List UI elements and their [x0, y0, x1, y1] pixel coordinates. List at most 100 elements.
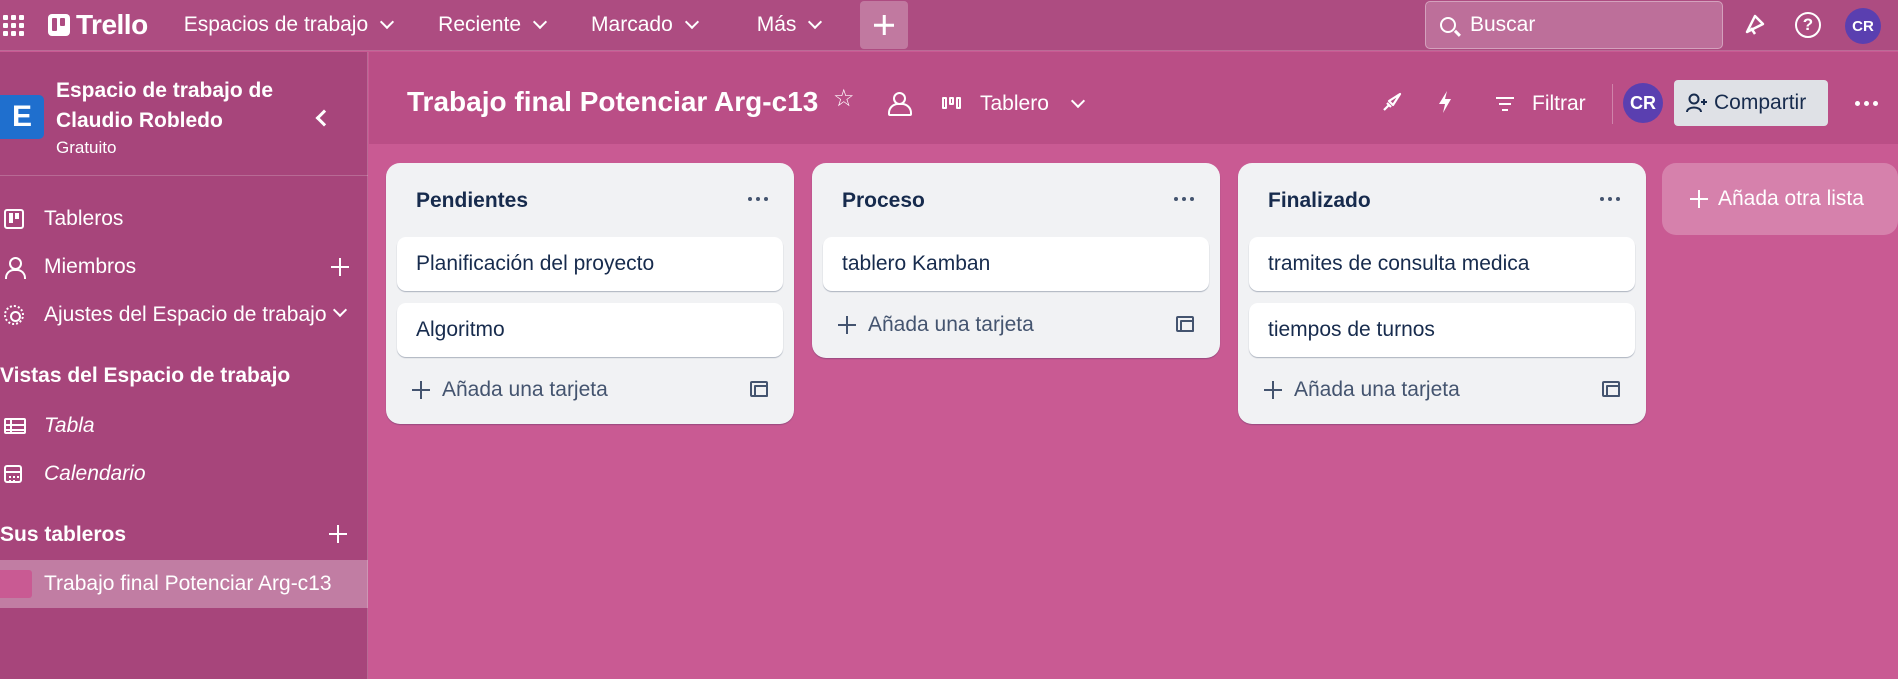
collapse-sidebar-icon[interactable] [315, 109, 333, 127]
create-button[interactable] [860, 1, 909, 49]
add-card-button[interactable]: Añada una tarjeta [1264, 378, 1460, 402]
nav-starred-label: Marcado [591, 13, 673, 36]
sidebar-board-label: Trabajo final Potenciar Arg-c13 [44, 572, 332, 595]
list-pendientes[interactable]: Pendientes Planificación del proyecto Al… [386, 163, 794, 424]
filter-icon [1496, 97, 1514, 111]
card-template-icon[interactable] [1176, 316, 1194, 332]
share-button[interactable]: Compartir [1674, 80, 1828, 126]
sidebar-item-boards[interactable]: Tableros [0, 199, 368, 239]
sidebar-item-workspace-settings[interactable]: Ajustes del Espacio de trabajo [0, 295, 368, 335]
top-navigation-bar: Trello Espacios de trabajo Reciente Marc… [0, 0, 1898, 51]
board-title[interactable]: Trabajo final Potenciar Arg-c13 [407, 86, 818, 118]
sidebar-board-item[interactable]: Trabajo final Potenciar Arg-c13 [0, 560, 368, 608]
nav-workspaces-menu[interactable]: Espacios de trabajo [174, 1, 402, 49]
filter-button[interactable]: Filtrar [1496, 82, 1586, 126]
app-switcher-icon[interactable] [2, 14, 24, 36]
workspace-avatar[interactable]: E [0, 95, 44, 139]
user-avatar[interactable]: CR [1845, 8, 1881, 44]
board-view-label: Tablero [980, 92, 1049, 115]
board-view-icon [942, 97, 962, 111]
add-card-label: Añada una tarjeta [1294, 378, 1460, 401]
sidebar-item-label: Ajustes del Espacio de trabajo [44, 303, 327, 326]
nav-workspaces-label: Espacios de trabajo [183, 13, 369, 36]
add-board-icon[interactable] [329, 525, 347, 543]
filter-label: Filtrar [1532, 92, 1586, 115]
list-finalizado[interactable]: Finalizado tramites de consulta medica t… [1238, 163, 1646, 424]
add-list-button[interactable]: Añada otra lista [1662, 163, 1898, 235]
card[interactable]: Planificación del proyecto [397, 237, 783, 291]
power-ups-icon[interactable] [1381, 91, 1403, 118]
chevron-down-icon [808, 14, 823, 30]
board-member-avatar[interactable]: CR [1623, 83, 1663, 123]
nav-recent-label: Reciente [438, 13, 522, 36]
add-card-button[interactable]: Añada una tarjeta [838, 313, 1034, 337]
nav-more-menu[interactable]: Más [747, 1, 831, 49]
sidebar-divider [0, 175, 368, 176]
list-menu-icon[interactable] [748, 197, 768, 201]
header-divider [1612, 84, 1613, 124]
gear-icon [4, 305, 24, 325]
chevron-down-icon [684, 14, 699, 30]
sidebar-item-table-view[interactable]: Tabla [0, 406, 368, 446]
list-proceso[interactable]: Proceso tablero Kamban Añada una tarjeta [812, 163, 1220, 358]
sidebar-item-label: Calendario [44, 462, 146, 485]
help-icon[interactable]: ? [1795, 12, 1821, 38]
chevron-down-icon [532, 14, 548, 30]
list-menu-icon[interactable] [1600, 197, 1620, 201]
card[interactable]: Algoritmo [397, 303, 783, 357]
workspace-plan: Gratuito [56, 138, 117, 157]
sidebar-item-label: Miembros [44, 255, 137, 278]
trello-logo[interactable]: Trello [48, 9, 148, 41]
share-label: Compartir [1714, 91, 1807, 114]
search-placeholder: Buscar [1470, 13, 1536, 36]
member-icon [4, 257, 26, 279]
plus-icon [1264, 381, 1282, 399]
list-title[interactable]: Finalizado [1268, 189, 1371, 213]
automation-icon[interactable] [1436, 90, 1454, 119]
visibility-icon[interactable] [888, 92, 912, 116]
star-icon[interactable]: ☆ [833, 87, 855, 111]
chevron-down-icon [380, 14, 395, 30]
nav-recent-menu[interactable]: Reciente [428, 1, 555, 49]
card-template-icon[interactable] [750, 381, 768, 397]
plus-icon [412, 381, 430, 399]
add-list-label: Añada otra lista [1718, 187, 1864, 210]
workspace-name[interactable]: Espacio de trabajo de Claudio Robledo [56, 76, 306, 136]
plus-icon [1690, 190, 1708, 208]
board-view-switcher[interactable]: Tablero [942, 82, 1085, 126]
nav-more-label: Más [756, 13, 797, 36]
sidebar-item-members[interactable]: Miembros [0, 247, 368, 287]
sidebar: E Espacio de trabajo de Claudio Robledo … [0, 52, 368, 679]
search-input[interactable]: Buscar [1425, 1, 1723, 49]
nav-starred-menu[interactable]: Marcado [581, 1, 707, 49]
list-menu-icon[interactable] [1174, 197, 1194, 201]
calendar-icon [4, 465, 22, 483]
card[interactable]: tablero Kamban [823, 237, 1209, 291]
notifications-icon[interactable] [1741, 12, 1767, 38]
add-member-icon[interactable] [331, 258, 349, 276]
card[interactable]: tiempos de turnos [1249, 303, 1635, 357]
table-icon [4, 418, 26, 434]
your-boards-heading: Sus tableros [0, 523, 127, 546]
chevron-down-icon [332, 302, 348, 318]
search-icon [1440, 17, 1456, 33]
card[interactable]: tramites de consulta medica [1249, 237, 1635, 291]
card-template-icon[interactable] [1602, 381, 1620, 397]
add-person-icon [1686, 93, 1707, 113]
sidebar-item-calendar-view[interactable]: Calendario [0, 454, 368, 494]
board-icon [4, 209, 24, 229]
board-color-swatch [0, 570, 32, 598]
chevron-down-icon [1070, 93, 1085, 109]
board-header: Trabajo final Potenciar Arg-c13 ☆ Tabler… [369, 52, 1898, 144]
sidebar-item-label: Tabla [44, 414, 95, 437]
list-title[interactable]: Proceso [842, 189, 925, 213]
add-card-label: Añada una tarjeta [442, 378, 608, 401]
plus-icon [838, 316, 856, 334]
brand-name: Trello [76, 9, 148, 40]
add-card-button[interactable]: Añada una tarjeta [412, 378, 608, 402]
add-card-label: Añada una tarjeta [868, 313, 1034, 336]
trello-logo-icon [48, 14, 70, 36]
board-menu-icon[interactable] [1855, 101, 1878, 106]
sidebar-item-label: Tableros [44, 207, 124, 230]
list-title[interactable]: Pendientes [416, 189, 528, 213]
